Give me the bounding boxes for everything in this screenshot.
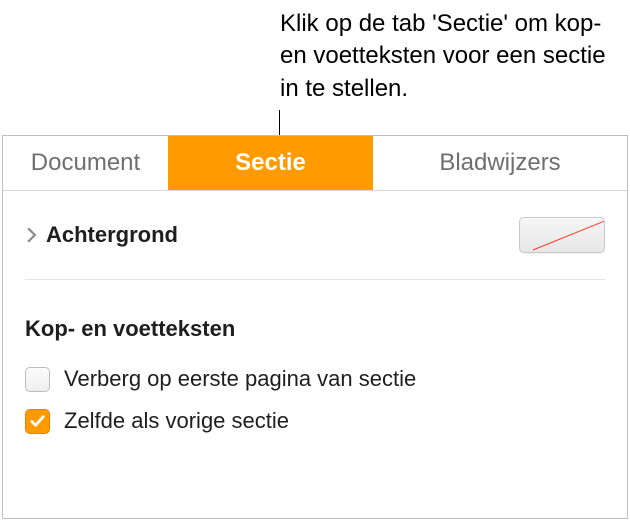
tab-bar: Document Sectie Bladwijzers [3,136,627,191]
background-row: Achtergrond [25,191,605,280]
section-body: Achtergrond Kop- en voetteksten Verberg … [3,191,627,442]
inspector-panel: Document Sectie Bladwijzers Achtergrond … [2,135,628,519]
same-as-previous-row: Zelfde als vorige sectie [25,400,605,442]
hide-first-page-row: Verberg op eerste pagina van sectie [25,358,605,400]
chevron-right-icon[interactable] [25,226,38,244]
hide-first-page-checkbox[interactable] [25,367,50,392]
headers-footers-heading: Kop- en voetteksten [25,280,605,358]
same-as-previous-label: Zelfde als vorige sectie [64,408,289,434]
tab-document[interactable]: Document [3,136,168,190]
background-color-well[interactable] [519,217,605,253]
hide-first-page-label: Verberg op eerste pagina van sectie [64,366,416,392]
callout-text: Klik op de tab 'Sectie' om kop- en voett… [280,8,625,105]
tab-sectie[interactable]: Sectie [168,136,373,190]
background-label: Achtergrond [46,222,178,248]
tab-bladwijzers[interactable]: Bladwijzers [373,136,627,190]
same-as-previous-checkbox[interactable] [25,409,50,434]
